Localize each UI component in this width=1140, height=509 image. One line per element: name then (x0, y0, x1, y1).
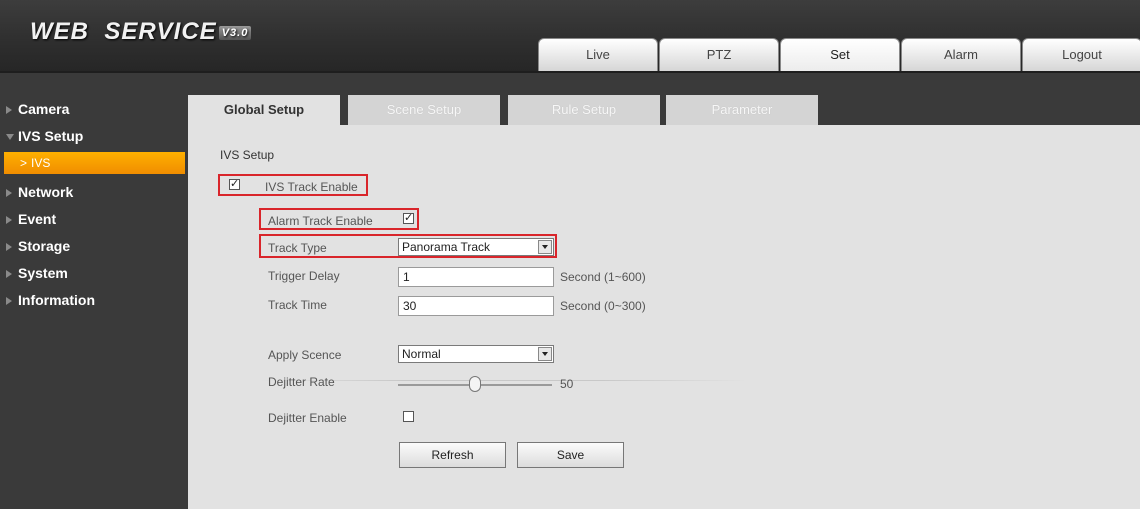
check-mark-icon: ✓ (230, 178, 240, 190)
chevron-down-icon[interactable] (538, 240, 552, 254)
sidebar-item-system[interactable]: System (0, 261, 188, 285)
sidebar-item-label: Event (18, 211, 57, 227)
sidebar-item-label: Camera (18, 101, 70, 117)
ivs-track-enable-checkbox[interactable]: ✓ (229, 179, 240, 190)
alarm-track-enable-checkbox[interactable]: ✓ (403, 213, 414, 224)
sidebar-item-label: System (18, 265, 68, 281)
trigger-delay-label: Trigger Delay (268, 269, 340, 283)
refresh-button[interactable]: Refresh (399, 442, 506, 468)
logo-text: WEB SERVICE (30, 18, 217, 45)
track-type-value: Panorama Track (402, 240, 491, 254)
subtab-parameter[interactable]: Parameter (666, 95, 818, 125)
sidebar-item-label: IVS Setup (18, 128, 84, 144)
sidebar-item-label: Storage (18, 238, 71, 254)
ivs-track-enable-label: IVS Track Enable (265, 180, 358, 194)
sidebar-item-information[interactable]: Information (0, 288, 188, 312)
section-title: IVS Setup (220, 148, 275, 162)
trigger-delay-unit: Second (1~600) (560, 270, 646, 284)
sidebar-item-label: Information (18, 292, 95, 308)
dejitter-rate-label: Dejitter Rate (268, 375, 335, 389)
save-button[interactable]: Save (517, 442, 624, 468)
chevron-down-icon[interactable] (538, 347, 552, 361)
track-time-input[interactable]: 30 (398, 296, 554, 316)
collapsed-arrow-icon (6, 270, 12, 279)
dejitter-rate-slider-thumb[interactable] (469, 376, 481, 392)
dejitter-enable-label: Dejitter Enable (268, 411, 347, 425)
nav-tab-alarm[interactable]: Alarm (901, 38, 1021, 71)
collapsed-arrow-icon (6, 297, 12, 306)
chevron-right-icon: > (20, 156, 28, 170)
logo-version: V3.0 (218, 25, 252, 40)
sidebar-item-label: Network (18, 184, 74, 200)
sidebar-item-event[interactable]: Event (0, 207, 188, 231)
content-area: Global Setup Scene Setup Rule Setup Para… (188, 73, 1140, 509)
collapsed-arrow-icon (6, 189, 12, 198)
expanded-arrow-icon (6, 134, 14, 141)
dejitter-rate-value: 50 (560, 377, 574, 391)
collapsed-arrow-icon (6, 106, 12, 115)
settings-panel: IVS Setup ✓ IVS Track Enable Alarm Track… (188, 125, 1140, 509)
dejitter-enable-checkbox[interactable] (403, 411, 414, 422)
subtab-rule-setup[interactable]: Rule Setup (508, 95, 660, 125)
sidebar: Camera IVS Setup > IVS Network Event Stor… (0, 73, 188, 509)
sidebar-item-camera[interactable]: Camera (0, 97, 188, 121)
sidebar-item-storage[interactable]: Storage (0, 234, 188, 258)
sidebar-subitem-label: IVS (31, 156, 51, 170)
logo: WEB SERVICE V3.0 (30, 18, 252, 46)
sidebar-item-ivs-setup[interactable]: IVS Setup (0, 124, 188, 148)
alarm-track-enable-label: Alarm Track Enable (268, 214, 373, 228)
nav-tab-set[interactable]: Set (780, 38, 900, 71)
subtab-bar: Global Setup Scene Setup Rule Setup Para… (188, 95, 1140, 125)
nav-tab-ptz[interactable]: PTZ (659, 38, 779, 71)
nav-tab-live[interactable]: Live (538, 38, 658, 71)
nav-tab-logout[interactable]: Logout (1022, 38, 1140, 71)
subtab-scene-setup[interactable]: Scene Setup (348, 95, 500, 125)
track-type-label: Track Type (268, 241, 327, 255)
trigger-delay-input[interactable]: 1 (398, 267, 554, 287)
track-type-select[interactable]: Panorama Track (398, 238, 554, 256)
apply-scene-value: Normal (402, 347, 441, 361)
track-time-unit: Second (0~300) (560, 299, 646, 313)
apply-scene-select[interactable]: Normal (398, 345, 554, 363)
collapsed-arrow-icon (6, 216, 12, 225)
check-mark-icon: ✓ (404, 212, 414, 224)
apply-scene-label: Apply Scence (268, 348, 342, 362)
sidebar-subitem-ivs[interactable]: > IVS (4, 152, 185, 174)
track-time-label: Track Time (268, 298, 327, 312)
subtab-global-setup[interactable]: Global Setup (188, 95, 340, 125)
collapsed-arrow-icon (6, 243, 12, 252)
sidebar-item-network[interactable]: Network (0, 180, 188, 204)
header: WEB SERVICE V3.0 Live PTZ Set Alarm Logou… (0, 0, 1140, 73)
